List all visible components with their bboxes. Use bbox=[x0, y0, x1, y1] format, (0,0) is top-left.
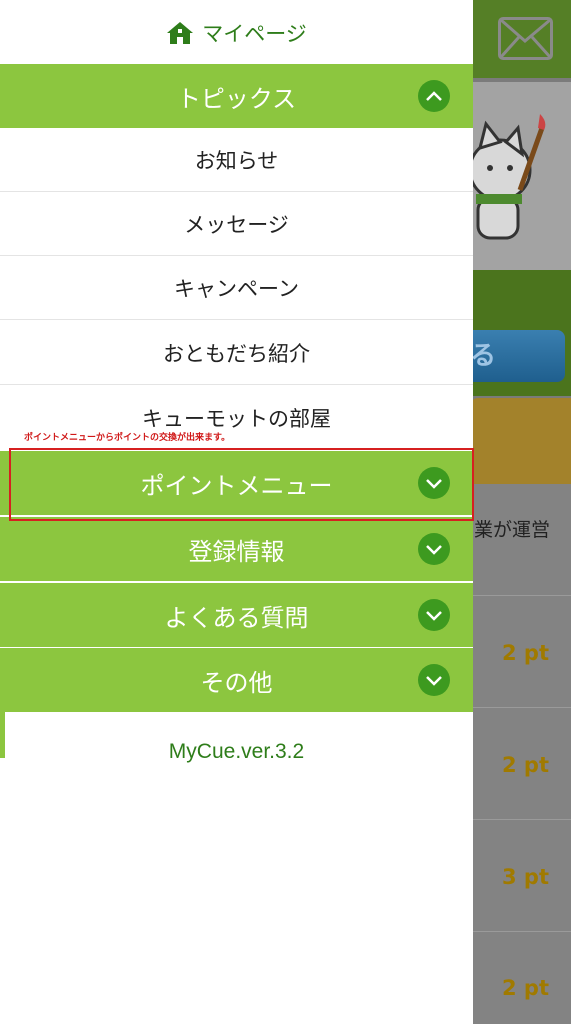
menu-item-news[interactable]: お知らせ bbox=[0, 128, 473, 192]
tutorial-annotation: ポイントメニューからポイントの交換が出来ます。 bbox=[24, 433, 231, 443]
background-button-label: る bbox=[470, 341, 497, 371]
menu-item-label: キャンペーン bbox=[174, 276, 299, 301]
background-divider bbox=[470, 819, 571, 820]
menu-item-label: メッセージ bbox=[184, 212, 289, 237]
side-drawer: マイページ トピックス お知らせ メッセージ キャンペーン おともだち紹介 キュ… bbox=[0, 0, 473, 1024]
chevron-down-icon[interactable] bbox=[418, 533, 450, 565]
chevron-down-icon[interactable] bbox=[418, 467, 450, 499]
chevron-up-icon[interactable] bbox=[418, 80, 450, 112]
point-value: 3 pt bbox=[502, 865, 549, 889]
point-value: 2 pt bbox=[502, 641, 549, 665]
home-icon bbox=[166, 21, 194, 45]
point-menu-label: ポイントメニュー bbox=[140, 471, 333, 500]
background-divider bbox=[470, 595, 571, 596]
mypage-label: マイページ bbox=[202, 22, 307, 46]
point-menu-section-header[interactable]: ポイントメニュー bbox=[0, 451, 473, 515]
menu-item-label: キューモットの部屋 bbox=[142, 407, 331, 431]
cat-mascot-image bbox=[470, 114, 546, 240]
others-label: その他 bbox=[200, 668, 273, 697]
topics-section-label: トピックス bbox=[176, 84, 297, 113]
mypage-link[interactable]: マイページ bbox=[0, 0, 473, 66]
topics-section-header[interactable]: トピックス bbox=[0, 64, 473, 128]
background-divider bbox=[470, 707, 571, 708]
mail-icon[interactable] bbox=[498, 17, 553, 60]
background-button: る bbox=[462, 330, 565, 382]
others-section-header[interactable]: その他 bbox=[0, 648, 473, 712]
registration-section-header[interactable]: 登録情報 bbox=[0, 517, 473, 581]
background-orange-banner bbox=[470, 398, 571, 484]
menu-item-friend-referral[interactable]: おともだち紹介 bbox=[0, 321, 473, 385]
background-snippet: 業が運営 bbox=[474, 519, 551, 541]
chevron-down-icon[interactable] bbox=[418, 599, 450, 631]
point-value: 2 pt bbox=[502, 976, 549, 1000]
point-value: 2 pt bbox=[502, 753, 549, 777]
menu-item-messages[interactable]: メッセージ bbox=[0, 192, 473, 256]
menu-item-campaign[interactable]: キャンペーン bbox=[0, 256, 473, 320]
chevron-down-icon[interactable] bbox=[418, 664, 450, 696]
registration-label: 登録情報 bbox=[188, 537, 285, 566]
faq-section-header[interactable]: よくある質問 bbox=[0, 583, 473, 647]
background-divider bbox=[470, 931, 571, 932]
menu-item-label: お知らせ bbox=[194, 148, 279, 173]
app-version: MyCue.ver.3.2 bbox=[168, 740, 305, 763]
menu-item-label: おともだち紹介 bbox=[163, 341, 310, 366]
faq-label: よくある質問 bbox=[164, 603, 309, 632]
